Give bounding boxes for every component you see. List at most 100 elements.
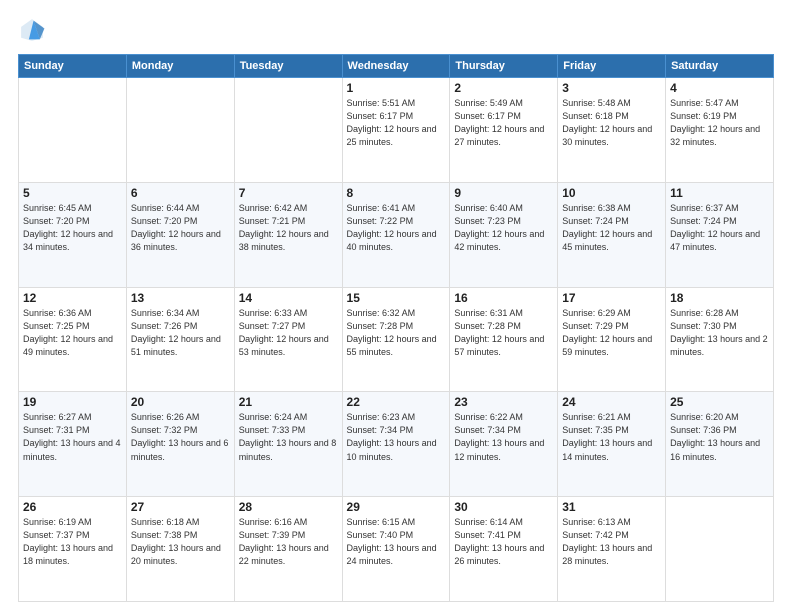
sunrise-text: Sunrise: 6:16 AM <box>239 517 308 527</box>
day-number: 13 <box>131 291 230 305</box>
day-info: Sunrise: 6:41 AM Sunset: 7:22 PM Dayligh… <box>347 202 446 254</box>
calendar-cell: 18 Sunrise: 6:28 AM Sunset: 7:30 PM Dayl… <box>666 287 774 392</box>
daylight-text: Daylight: 12 hours and 57 minutes. <box>454 334 544 357</box>
sunrise-text: Sunrise: 6:32 AM <box>347 308 416 318</box>
daylight-text: Daylight: 13 hours and 24 minutes. <box>347 543 437 566</box>
day-info: Sunrise: 6:31 AM Sunset: 7:28 PM Dayligh… <box>454 307 553 359</box>
day-number: 6 <box>131 186 230 200</box>
day-info: Sunrise: 6:24 AM Sunset: 7:33 PM Dayligh… <box>239 411 338 463</box>
day-info: Sunrise: 5:48 AM Sunset: 6:18 PM Dayligh… <box>562 97 661 149</box>
sunset-text: Sunset: 7:31 PM <box>23 425 90 435</box>
sunrise-text: Sunrise: 6:23 AM <box>347 412 416 422</box>
sunrise-text: Sunrise: 5:49 AM <box>454 98 523 108</box>
day-info: Sunrise: 6:37 AM Sunset: 7:24 PM Dayligh… <box>670 202 769 254</box>
calendar-cell: 6 Sunrise: 6:44 AM Sunset: 7:20 PM Dayli… <box>126 182 234 287</box>
calendar-cell: 12 Sunrise: 6:36 AM Sunset: 7:25 PM Dayl… <box>19 287 127 392</box>
sunrise-text: Sunrise: 6:14 AM <box>454 517 523 527</box>
day-number: 14 <box>239 291 338 305</box>
sunset-text: Sunset: 7:28 PM <box>454 321 521 331</box>
sunset-text: Sunset: 7:24 PM <box>562 216 629 226</box>
sunset-text: Sunset: 6:18 PM <box>562 111 629 121</box>
sunset-text: Sunset: 7:39 PM <box>239 530 306 540</box>
calendar-day-header: Saturday <box>666 55 774 78</box>
day-info: Sunrise: 6:20 AM Sunset: 7:36 PM Dayligh… <box>670 411 769 463</box>
sunrise-text: Sunrise: 6:15 AM <box>347 517 416 527</box>
daylight-text: Daylight: 12 hours and 30 minutes. <box>562 124 652 147</box>
sunset-text: Sunset: 7:27 PM <box>239 321 306 331</box>
sunrise-text: Sunrise: 6:38 AM <box>562 203 631 213</box>
sunset-text: Sunset: 7:21 PM <box>239 216 306 226</box>
day-number: 17 <box>562 291 661 305</box>
sunrise-text: Sunrise: 6:27 AM <box>23 412 92 422</box>
day-number: 3 <box>562 81 661 95</box>
calendar-cell: 19 Sunrise: 6:27 AM Sunset: 7:31 PM Dayl… <box>19 392 127 497</box>
day-info: Sunrise: 6:44 AM Sunset: 7:20 PM Dayligh… <box>131 202 230 254</box>
day-info: Sunrise: 6:27 AM Sunset: 7:31 PM Dayligh… <box>23 411 122 463</box>
calendar-cell: 26 Sunrise: 6:19 AM Sunset: 7:37 PM Dayl… <box>19 497 127 602</box>
daylight-text: Daylight: 13 hours and 14 minutes. <box>562 438 652 461</box>
calendar-day-header: Monday <box>126 55 234 78</box>
sunrise-text: Sunrise: 6:13 AM <box>562 517 631 527</box>
day-number: 20 <box>131 395 230 409</box>
daylight-text: Daylight: 12 hours and 32 minutes. <box>670 124 760 147</box>
sunset-text: Sunset: 7:28 PM <box>347 321 414 331</box>
day-number: 10 <box>562 186 661 200</box>
day-number: 27 <box>131 500 230 514</box>
sunrise-text: Sunrise: 6:36 AM <box>23 308 92 318</box>
sunrise-text: Sunrise: 6:31 AM <box>454 308 523 318</box>
sunset-text: Sunset: 6:17 PM <box>454 111 521 121</box>
day-number: 24 <box>562 395 661 409</box>
sunrise-text: Sunrise: 6:28 AM <box>670 308 739 318</box>
calendar-cell: 28 Sunrise: 6:16 AM Sunset: 7:39 PM Dayl… <box>234 497 342 602</box>
day-info: Sunrise: 6:34 AM Sunset: 7:26 PM Dayligh… <box>131 307 230 359</box>
daylight-text: Daylight: 12 hours and 49 minutes. <box>23 334 113 357</box>
sunrise-text: Sunrise: 6:34 AM <box>131 308 200 318</box>
daylight-text: Daylight: 13 hours and 8 minutes. <box>239 438 337 461</box>
calendar-week-row: 19 Sunrise: 6:27 AM Sunset: 7:31 PM Dayl… <box>19 392 774 497</box>
calendar-cell: 7 Sunrise: 6:42 AM Sunset: 7:21 PM Dayli… <box>234 182 342 287</box>
day-info: Sunrise: 6:18 AM Sunset: 7:38 PM Dayligh… <box>131 516 230 568</box>
calendar-cell: 29 Sunrise: 6:15 AM Sunset: 7:40 PM Dayl… <box>342 497 450 602</box>
day-info: Sunrise: 6:21 AM Sunset: 7:35 PM Dayligh… <box>562 411 661 463</box>
sunset-text: Sunset: 7:24 PM <box>670 216 737 226</box>
sunrise-text: Sunrise: 6:20 AM <box>670 412 739 422</box>
day-number: 8 <box>347 186 446 200</box>
calendar-cell: 15 Sunrise: 6:32 AM Sunset: 7:28 PM Dayl… <box>342 287 450 392</box>
sunrise-text: Sunrise: 6:45 AM <box>23 203 92 213</box>
day-info: Sunrise: 6:28 AM Sunset: 7:30 PM Dayligh… <box>670 307 769 359</box>
daylight-text: Daylight: 13 hours and 18 minutes. <box>23 543 113 566</box>
sunset-text: Sunset: 7:20 PM <box>131 216 198 226</box>
day-info: Sunrise: 6:13 AM Sunset: 7:42 PM Dayligh… <box>562 516 661 568</box>
day-info: Sunrise: 6:36 AM Sunset: 7:25 PM Dayligh… <box>23 307 122 359</box>
sunset-text: Sunset: 7:36 PM <box>670 425 737 435</box>
calendar-cell: 10 Sunrise: 6:38 AM Sunset: 7:24 PM Dayl… <box>558 182 666 287</box>
logo-icon <box>18 16 46 44</box>
daylight-text: Daylight: 13 hours and 12 minutes. <box>454 438 544 461</box>
day-number: 7 <box>239 186 338 200</box>
calendar-cell <box>666 497 774 602</box>
sunset-text: Sunset: 7:32 PM <box>131 425 198 435</box>
logo <box>18 16 50 44</box>
day-info: Sunrise: 6:45 AM Sunset: 7:20 PM Dayligh… <box>23 202 122 254</box>
calendar-cell: 9 Sunrise: 6:40 AM Sunset: 7:23 PM Dayli… <box>450 182 558 287</box>
calendar-week-row: 1 Sunrise: 5:51 AM Sunset: 6:17 PM Dayli… <box>19 78 774 183</box>
day-info: Sunrise: 6:40 AM Sunset: 7:23 PM Dayligh… <box>454 202 553 254</box>
calendar-day-header: Tuesday <box>234 55 342 78</box>
calendar-cell: 31 Sunrise: 6:13 AM Sunset: 7:42 PM Dayl… <box>558 497 666 602</box>
day-number: 9 <box>454 186 553 200</box>
daylight-text: Daylight: 13 hours and 20 minutes. <box>131 543 221 566</box>
sunrise-text: Sunrise: 6:26 AM <box>131 412 200 422</box>
day-info: Sunrise: 6:33 AM Sunset: 7:27 PM Dayligh… <box>239 307 338 359</box>
calendar-week-row: 26 Sunrise: 6:19 AM Sunset: 7:37 PM Dayl… <box>19 497 774 602</box>
sunrise-text: Sunrise: 6:37 AM <box>670 203 739 213</box>
sunset-text: Sunset: 7:35 PM <box>562 425 629 435</box>
day-info: Sunrise: 6:26 AM Sunset: 7:32 PM Dayligh… <box>131 411 230 463</box>
sunrise-text: Sunrise: 6:22 AM <box>454 412 523 422</box>
sunset-text: Sunset: 6:19 PM <box>670 111 737 121</box>
sunrise-text: Sunrise: 6:24 AM <box>239 412 308 422</box>
calendar-table: SundayMondayTuesdayWednesdayThursdayFrid… <box>18 54 774 602</box>
day-info: Sunrise: 6:16 AM Sunset: 7:39 PM Dayligh… <box>239 516 338 568</box>
daylight-text: Daylight: 12 hours and 38 minutes. <box>239 229 329 252</box>
day-number: 26 <box>23 500 122 514</box>
day-info: Sunrise: 6:32 AM Sunset: 7:28 PM Dayligh… <box>347 307 446 359</box>
